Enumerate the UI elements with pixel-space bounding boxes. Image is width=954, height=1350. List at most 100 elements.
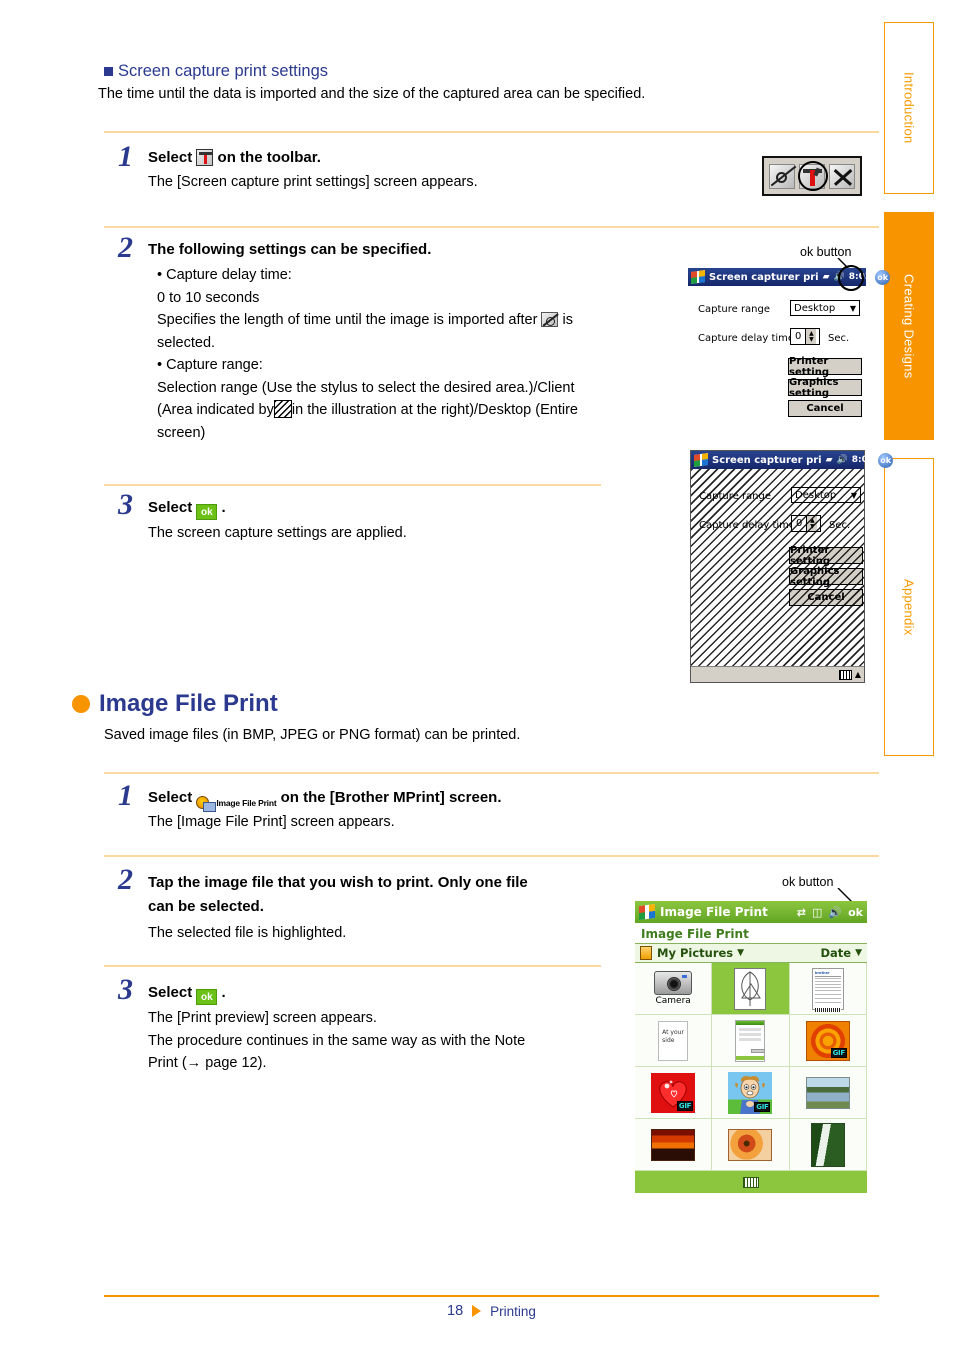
- hatch-pattern-icon: [273, 400, 292, 418]
- graphics-setting-button[interactable]: Graphics setting: [788, 377, 862, 399]
- tool-settings-icon: [196, 149, 214, 166]
- side-tab-introduction[interactable]: Introduction: [884, 22, 934, 194]
- ok-button[interactable]: ok: [878, 452, 894, 468]
- ok-button-callout-label: ok button: [782, 875, 834, 889]
- list-item[interactable]: Camera: [635, 963, 713, 1015]
- connection-icon: ▰: [825, 455, 833, 465]
- step-body-line-1: The [Print preview] screen appears.: [148, 1010, 377, 1026]
- bullet-line-text: Specifies the length of time until the i…: [157, 312, 538, 328]
- list-item[interactable]: brother: [789, 963, 867, 1015]
- step-title: Select ok .: [148, 981, 226, 1005]
- windows-flag-icon: [691, 270, 705, 284]
- sunset-thumbnail: [651, 1128, 696, 1161]
- pda-title-bar: Screen capturer pri ▰ 🔊 8:03 ok: [691, 451, 894, 469]
- image-grid: Camera brother At your side GIF GIF GIF: [635, 963, 867, 1171]
- list-item[interactable]: [789, 1067, 867, 1119]
- section-intro: The time until the data is imported and …: [98, 86, 646, 102]
- step-body: The [Print preview] screen appears. The …: [148, 1007, 525, 1075]
- section-heading: Screen capture print settings: [104, 62, 328, 81]
- capture-range-label: Capture range: [698, 304, 771, 315]
- chevron-down-icon[interactable]: ▼: [855, 948, 862, 958]
- pda-title-icons: ▰ 🔊 8:03 ok: [825, 452, 894, 468]
- capture-delay-label: Capture delay time: [698, 333, 795, 344]
- list-item-selected[interactable]: [712, 963, 790, 1015]
- capture-range-select[interactable]: Desktop ▼: [790, 300, 860, 316]
- chevron-down-icon[interactable]: ▼: [737, 948, 744, 958]
- ok-badge-icon: ok: [196, 504, 218, 520]
- step-number: 2: [118, 863, 133, 896]
- stepper-arrows-icon[interactable]: ▲ ▼: [806, 516, 818, 531]
- list-item-label: Camera: [655, 996, 691, 1006]
- side-tab-creating-designs[interactable]: Creating Designs: [884, 212, 934, 440]
- list-item[interactable]: GIF: [712, 1067, 790, 1119]
- cancel-button[interactable]: Cancel: [789, 589, 863, 606]
- gif-badge: GIF: [830, 1047, 847, 1058]
- capture-range-value: Desktop: [795, 489, 837, 501]
- sync-icon: ⇄: [796, 905, 807, 919]
- step-title-post: on the toolbar.: [217, 149, 321, 166]
- divider: [104, 855, 879, 857]
- divider: [104, 965, 601, 967]
- list-item[interactable]: At your side: [635, 1015, 713, 1067]
- bullet-line: Selection range (Use the stylus to selec…: [157, 379, 575, 396]
- keyboard-icon[interactable]: [838, 669, 852, 680]
- step-title: Select ok .: [148, 496, 226, 520]
- folder-label[interactable]: My Pictures: [657, 946, 733, 960]
- screen-thumbnail: [735, 1019, 766, 1062]
- pda-title-label: Screen capturer pri: [709, 271, 819, 283]
- chevron-up-icon[interactable]: ▲: [855, 670, 861, 679]
- document-thumbnail: brother: [811, 967, 844, 1012]
- printer-setting-button[interactable]: Printer setting: [789, 545, 863, 567]
- step-body-line-3: Print (→ page 12).: [148, 1055, 267, 1071]
- capture-delay-unit: Sec.: [828, 333, 850, 344]
- pda-title-label: Screen capturer pri: [712, 454, 822, 466]
- gif-badge: GIF: [676, 1100, 694, 1111]
- list-item[interactable]: [712, 1119, 790, 1171]
- step-number: 3: [118, 973, 133, 1006]
- capture-delay-unit: Sec.: [829, 520, 851, 531]
- step-title: Tap the image file that you wish to prin…: [148, 871, 618, 919]
- ok-button[interactable]: ok: [848, 906, 863, 919]
- keyboard-icon[interactable]: [743, 1176, 759, 1188]
- step-number: 3: [118, 488, 133, 521]
- section-heading-label: Screen capture print settings: [118, 62, 329, 80]
- side-tab-appendix-label: Appendix: [901, 578, 917, 636]
- step-number: 1: [118, 779, 133, 812]
- capture-delay-label: Capture delay time: [699, 520, 796, 531]
- sort-label[interactable]: Date: [820, 946, 851, 960]
- list-item[interactable]: [712, 1015, 790, 1067]
- list-item[interactable]: GIF: [635, 1067, 713, 1119]
- clock-label: 8:03: [851, 455, 875, 465]
- pda-client-area: Capture range Desktop ▼ Capture delay ti…: [691, 469, 864, 666]
- side-tab-appendix[interactable]: Appendix: [884, 458, 934, 756]
- screen-capturer-settings-screenshot: Screen capturer pri ▰ 🔊 8:03 ok Capture …: [688, 265, 891, 418]
- step-number: 1: [118, 140, 133, 173]
- bullet-line-text: is: [562, 312, 573, 328]
- graphics-setting-button[interactable]: Graphics setting: [789, 566, 863, 588]
- list-item[interactable]: [789, 1119, 867, 1171]
- ok-button[interactable]: ok: [875, 269, 891, 285]
- pda-title-icons: ⇄ ◫ 🔊 ok: [797, 906, 863, 919]
- capture-delay-stepper[interactable]: 0 ▲ ▼: [791, 515, 821, 532]
- capture-range-label: Capture range: [699, 491, 772, 502]
- cancel-button[interactable]: Cancel: [788, 400, 862, 417]
- stepper-arrows-icon[interactable]: ▲ ▼: [805, 329, 817, 344]
- list-item[interactable]: GIF: [789, 1015, 867, 1067]
- step-number: 2: [118, 231, 133, 264]
- divider: [104, 226, 879, 228]
- screen-capturer-hatched-screenshot: Screen capturer pri ▰ 🔊 8:03 ok Capture …: [690, 450, 894, 683]
- list-item[interactable]: [635, 1119, 713, 1171]
- bullet-line: 0 to 10 seconds: [157, 289, 260, 306]
- bullet-line: (Area indicated by in the illustration at…: [157, 399, 637, 422]
- divider: [104, 484, 601, 486]
- capture-range-select[interactable]: Desktop ▼: [791, 487, 861, 503]
- list-item-label: At your side: [662, 1028, 684, 1044]
- pda-subtitle: Image File Print: [635, 923, 867, 943]
- footer-label: Printing: [490, 1303, 536, 1319]
- pda-body: Capture range Desktop ▼ Capture delay ti…: [688, 286, 866, 418]
- capture-delay-stepper[interactable]: 0 ▲ ▼: [790, 328, 820, 345]
- printer-setting-button[interactable]: Printer setting: [788, 356, 862, 378]
- side-tab-introduction-label: Introduction: [901, 72, 917, 144]
- bullet-line-text: in the illustration at the right)/Deskto…: [291, 402, 578, 418]
- bullet-line: screen): [157, 424, 206, 441]
